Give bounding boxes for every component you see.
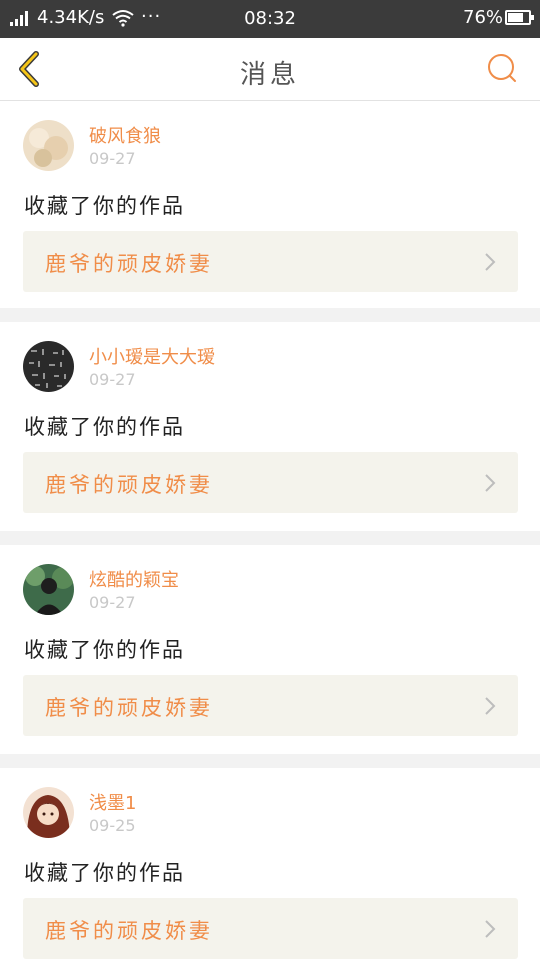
username[interactable]: 炫酷的颖宝: [89, 566, 179, 592]
notification-card: 浅墨1 09-25 收藏了你的作品 鹿爷的顽皮娇妻: [0, 768, 540, 960]
timestamp: 09-25: [89, 816, 136, 835]
notification-card: 破风食狼 09-27 收藏了你的作品 鹿爷的顽皮娇妻: [0, 101, 540, 308]
work-link[interactable]: 鹿爷的顽皮娇妻: [23, 452, 518, 513]
page-title: 消息: [239, 60, 300, 90]
avatar[interactable]: [23, 787, 74, 838]
work-title: 鹿爷的顽皮娇妻: [45, 252, 213, 276]
notification-card: 小小瑷是大大瑷 09-27 收藏了你的作品 鹿爷的顽皮娇妻: [0, 322, 540, 531]
battery-percent: 76%: [463, 7, 504, 28]
work-title: 鹿爷的顽皮娇妻: [45, 473, 213, 497]
work-link[interactable]: 鹿爷的顽皮娇妻: [23, 898, 518, 959]
clock: 08:32: [244, 8, 296, 29]
work-title: 鹿爷的顽皮娇妻: [45, 919, 213, 943]
work-title: 鹿爷的顽皮娇妻: [45, 696, 213, 720]
status-bar: 4.34K/s ··· 08:32 76%: [0, 0, 540, 38]
action-text: 收藏了你的作品: [24, 638, 185, 662]
header: 消息: [0, 38, 540, 101]
chevron-right-icon: [485, 697, 496, 715]
action-text: 收藏了你的作品: [24, 861, 185, 885]
chevron-right-icon: [485, 920, 496, 938]
notification-card: 炫酷的颖宝 09-27 收藏了你的作品 鹿爷的顽皮娇妻: [0, 545, 540, 754]
work-link[interactable]: 鹿爷的顽皮娇妻: [23, 675, 518, 736]
action-text: 收藏了你的作品: [24, 415, 185, 439]
chevron-right-icon: [485, 253, 496, 271]
username[interactable]: 破风食狼: [89, 122, 161, 148]
action-text: 收藏了你的作品: [24, 194, 185, 218]
avatar[interactable]: [23, 564, 74, 615]
username[interactable]: 浅墨1: [89, 789, 136, 815]
work-link[interactable]: 鹿爷的顽皮娇妻: [23, 231, 518, 292]
avatar[interactable]: [23, 341, 74, 392]
chevron-right-icon: [485, 474, 496, 492]
battery-icon: [505, 10, 534, 25]
username[interactable]: 小小瑷是大大瑷: [89, 343, 215, 369]
timestamp: 09-27: [89, 593, 136, 612]
avatar[interactable]: [23, 120, 74, 171]
search-icon[interactable]: [486, 52, 518, 84]
timestamp: 09-27: [89, 370, 136, 389]
timestamp: 09-27: [89, 149, 136, 168]
